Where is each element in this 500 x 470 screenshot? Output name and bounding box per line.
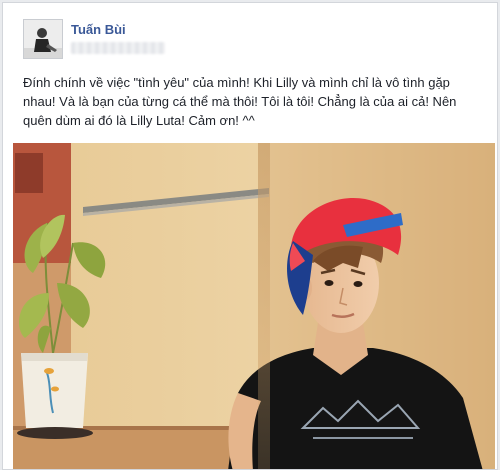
post-timestamp-blurred xyxy=(71,42,165,54)
author-avatar[interactable] xyxy=(23,19,63,59)
post-photo[interactable] xyxy=(13,143,495,469)
post-card: Tuấn Bùi Đính chính về việc "tình yêu" c… xyxy=(2,2,498,470)
author-name-link[interactable]: Tuấn Bùi xyxy=(71,22,126,37)
post-message: Đính chính về việc "tình yêu" của mình! … xyxy=(23,75,457,128)
